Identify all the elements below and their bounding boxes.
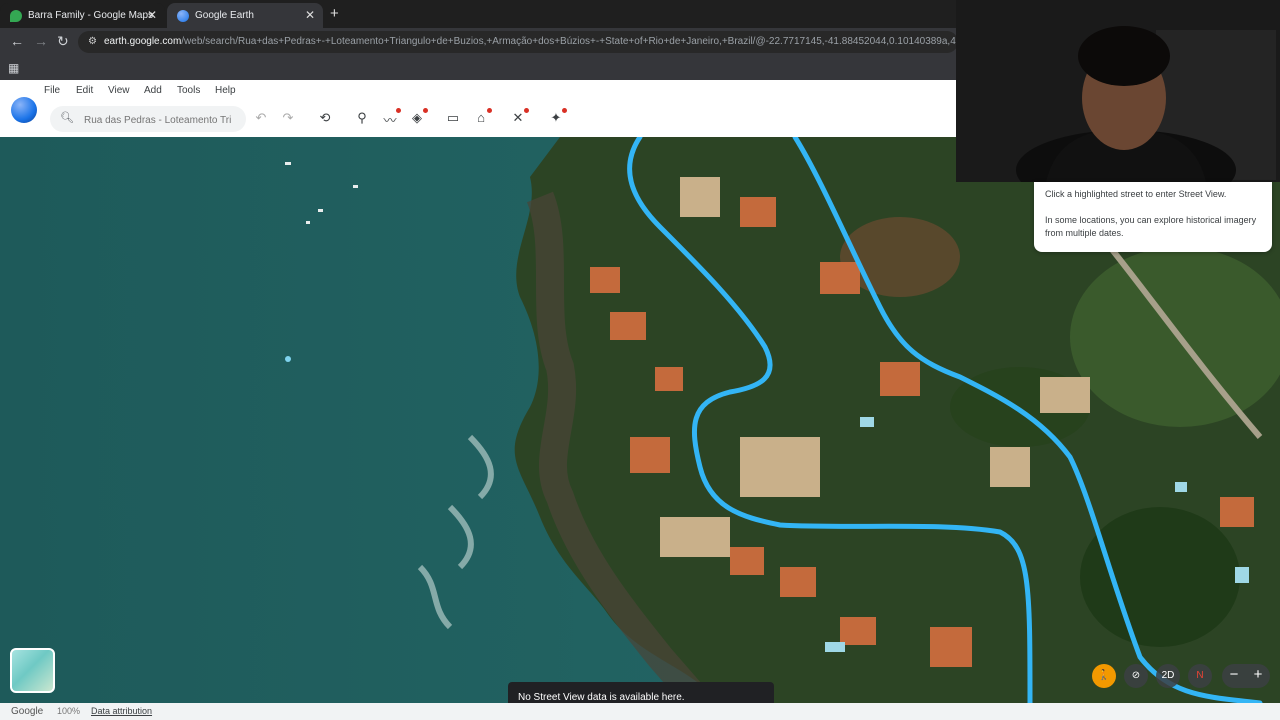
forward-arrow-icon[interactable]: → bbox=[34, 33, 48, 49]
reload-icon[interactable]: ↻ bbox=[57, 33, 69, 50]
new-tab-button[interactable]: + bbox=[330, 5, 339, 22]
webcam-overlay bbox=[956, 0, 1280, 182]
search-input[interactable] bbox=[82, 110, 246, 130]
maps-pin-icon bbox=[10, 9, 22, 22]
menu-help[interactable]: Help bbox=[215, 85, 236, 96]
sparkle-glyph: ✦ bbox=[550, 110, 562, 125]
hint-line-1: Click a highlighted street to enter Stre… bbox=[1045, 189, 1227, 199]
tab-title: Barra Family - Google Maps bbox=[28, 10, 154, 21]
menu-add[interactable]: Add bbox=[144, 85, 162, 96]
hint-line-2: In some locations, you can explore histo… bbox=[1045, 215, 1257, 238]
map-style-thumbnail[interactable] bbox=[10, 648, 55, 693]
tab-google-earth[interactable]: Google Earth ✕ bbox=[167, 3, 323, 28]
tab-close-icon[interactable]: ✕ bbox=[147, 8, 157, 22]
new-feature-dot bbox=[423, 108, 428, 113]
street-view-hint-panel: Click a highlighted street to enter Stre… bbox=[1034, 182, 1272, 252]
back-arrow-icon[interactable]: ← bbox=[10, 33, 24, 49]
tab-google-maps[interactable]: Barra Family - Google Maps ✕ bbox=[0, 3, 165, 28]
new-feature-dot bbox=[396, 108, 401, 113]
site-info-icon[interactable]: ⚙ bbox=[88, 31, 98, 53]
new-feature-dot bbox=[524, 108, 529, 113]
tilt-toggle-icon[interactable]: ⊘ bbox=[1124, 664, 1148, 688]
tab-close-icon[interactable]: ✕ bbox=[305, 8, 315, 22]
placemark-icon[interactable]: ⚲ bbox=[352, 110, 372, 128]
search-box[interactable]: 🔍︎ bbox=[50, 106, 246, 132]
menu-file[interactable]: File bbox=[44, 85, 60, 96]
satellite-icon[interactable]: ✕ bbox=[508, 108, 529, 128]
toggle-2d-button[interactable]: 2D bbox=[1156, 664, 1180, 688]
layers-glyph: ◈ bbox=[412, 110, 422, 125]
earth-globe-icon bbox=[177, 9, 189, 22]
history-icon[interactable]: ⟲ bbox=[315, 110, 335, 128]
pegman-icon[interactable]: 🚶 bbox=[1092, 664, 1116, 688]
compass-icon[interactable]: N bbox=[1188, 664, 1212, 688]
redo-icon[interactable]: ↷ bbox=[278, 110, 298, 128]
new-feature-dot bbox=[562, 108, 567, 113]
google-earth-logo[interactable] bbox=[11, 97, 37, 123]
path-icon[interactable]: 〰 bbox=[380, 108, 401, 128]
satellite-glyph: ✕ bbox=[512, 110, 524, 125]
presenter-image bbox=[956, 0, 1280, 182]
projects-glyph: ⌂ bbox=[477, 110, 485, 125]
earth-menu-bar: File Edit View Add Tools Help bbox=[0, 80, 956, 102]
sparkle-icon[interactable]: ✦ bbox=[546, 108, 567, 128]
menu-view[interactable]: View bbox=[108, 85, 130, 96]
zoom-out-button[interactable]: − bbox=[1222, 666, 1246, 683]
layers-icon[interactable]: ◈ bbox=[407, 108, 428, 128]
menu-tools[interactable]: Tools bbox=[177, 85, 200, 96]
url-host: earth.google.com bbox=[104, 36, 182, 47]
address-bar[interactable]: ⚙ earth.google.com/web/search/Rua+das+Ped… bbox=[78, 31, 958, 53]
projects-icon[interactable]: ⌂ bbox=[471, 108, 492, 128]
new-feature-dot bbox=[487, 108, 492, 113]
url-path: /web/search/Rua+das+Pedras+-+Loteamento+… bbox=[181, 36, 958, 47]
data-attribution-link[interactable]: Data attribution bbox=[91, 706, 152, 716]
apps-grid-icon[interactable]: ▦ bbox=[8, 61, 19, 75]
zoom-controls: − + bbox=[1222, 664, 1270, 688]
menu-edit[interactable]: Edit bbox=[76, 85, 93, 96]
tab-title: Google Earth bbox=[195, 10, 254, 21]
status-bar: Google 100% Data attribution bbox=[0, 703, 1280, 720]
measure-icon[interactable]: ▭ bbox=[443, 110, 463, 128]
zoom-level: 100% bbox=[57, 706, 81, 716]
path-glyph: 〰 bbox=[383, 113, 397, 128]
undo-icon[interactable]: ↶ bbox=[251, 110, 271, 128]
search-icon: 🔍︎ bbox=[60, 112, 74, 124]
zoom-in-button[interactable]: + bbox=[1246, 666, 1270, 683]
google-wordmark: Google bbox=[11, 706, 44, 717]
